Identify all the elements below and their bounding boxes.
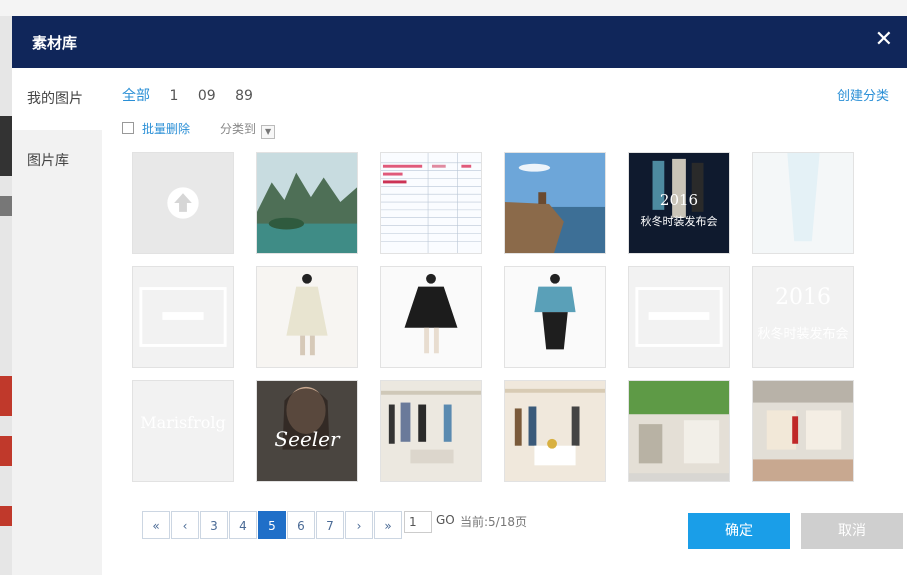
thumbnail-model-blue-jacket[interactable] (504, 266, 606, 368)
thumbnail-spreadsheet[interactable] (380, 152, 482, 254)
page-number-input[interactable] (404, 511, 432, 533)
page-7-button[interactable]: 7 (316, 511, 344, 539)
faded-frame-image (139, 287, 227, 347)
store-interior-image (381, 381, 481, 481)
sidebar-item-image-library[interactable]: 图片库 (12, 130, 102, 192)
batch-delete-link[interactable]: 批量删除 (142, 122, 190, 136)
toolbar: 批量删除 分类到 ▼ (122, 120, 276, 139)
page-next-button[interactable]: › (345, 511, 373, 539)
poster-subtitle: 秋冬时装发布会 (640, 215, 718, 228)
upload-icon (167, 187, 199, 219)
page-6-button[interactable]: 6 (287, 511, 315, 539)
sidebar: 我的图片 图片库 (12, 68, 102, 575)
category-filters: 全部 1 09 89 (122, 85, 268, 105)
thumbnail-faded-frame-2[interactable] (628, 266, 730, 368)
background-page-strip (0, 0, 907, 16)
boutique-image (753, 381, 853, 481)
faded-poster-year: 2016 (775, 285, 831, 310)
thumbnail-seeler[interactable]: Seeler (256, 380, 358, 482)
page-4-button[interactable]: 4 (229, 511, 257, 539)
page-3-button[interactable]: 3 (200, 511, 228, 539)
batch-checkbox[interactable] (122, 122, 134, 134)
thumbnail-boutique[interactable] (752, 380, 854, 482)
filter-all[interactable]: 全部 (122, 88, 150, 104)
spreadsheet-image (381, 153, 481, 253)
filter-09[interactable]: 09 (198, 88, 216, 104)
create-category-link[interactable]: 创建分类 (837, 85, 889, 104)
thumbnail-brand-logo[interactable]: Marisfrolg (132, 380, 234, 482)
brand-text: Marisfrolg (140, 413, 226, 432)
current-page-info: 当前:5/18页 (460, 515, 527, 529)
thumbnail-faded-poster[interactable]: 2016 秋冬时装发布会 (752, 266, 854, 368)
close-icon[interactable]: ✕ (875, 28, 893, 52)
poster-year: 2016 (659, 191, 699, 209)
go-button[interactable]: GO (436, 513, 455, 527)
coast-image (505, 153, 605, 253)
thumbnail-storefront[interactable] (628, 380, 730, 482)
modal-title: 素材库 (32, 34, 78, 52)
faded-poster-subtitle: 秋冬时装发布会 (757, 327, 849, 342)
main-content: 全部 1 09 89 创建分类 批量删除 分类到 ▼ 2016 秋冬时装发布会 … (102, 68, 907, 575)
thumbnail-store-interior-2[interactable] (504, 380, 606, 482)
background-page-edge (0, 16, 12, 575)
faded-frame-image (635, 287, 723, 347)
confirm-button[interactable]: 确定 (688, 513, 790, 549)
thumbnail-blank[interactable] (752, 152, 854, 254)
sidebar-item-my-images[interactable]: 我的图片 (12, 68, 102, 130)
light-image (787, 153, 820, 242)
cancel-button[interactable]: 取消 (801, 513, 903, 549)
page-prev-button[interactable]: ‹ (171, 511, 199, 539)
model-black-coat-image (404, 273, 458, 354)
model-blue-jacket-image (534, 273, 576, 350)
thumbnail-store-interior[interactable] (380, 380, 482, 482)
thumbnail-landscape[interactable] (256, 152, 358, 254)
thumbnail-model-white-coat[interactable] (256, 266, 358, 368)
landscape-image (257, 153, 357, 253)
move-to-label: 分类到 (220, 122, 257, 136)
chevron-down-icon[interactable]: ▼ (261, 125, 276, 139)
thumbnail-coast[interactable] (504, 152, 606, 254)
page-first-button[interactable]: « (142, 511, 170, 539)
thumbnail-faded-frame[interactable] (132, 266, 234, 368)
upload-tile[interactable] (132, 152, 234, 254)
storefront-image (629, 381, 729, 481)
filter-1[interactable]: 1 (169, 88, 178, 104)
store-interior-image (505, 381, 605, 481)
thumbnail-model-black-coat[interactable] (380, 266, 482, 368)
page-last-button[interactable]: » (374, 511, 402, 539)
page-5-button[interactable]: 5 (258, 511, 286, 539)
model-white-coat-image (286, 273, 328, 356)
filter-89[interactable]: 89 (235, 88, 253, 104)
seeler-text: Seeler (274, 427, 340, 451)
media-library-modal: 素材库 ✕ 我的图片 图片库 全部 1 09 89 创建分类 批量删除 分类到 ▼ (12, 16, 907, 575)
modal-header: 素材库 ✕ (12, 16, 907, 68)
thumbnail-fashion-poster[interactable]: 2016 秋冬时装发布会 (628, 152, 730, 254)
